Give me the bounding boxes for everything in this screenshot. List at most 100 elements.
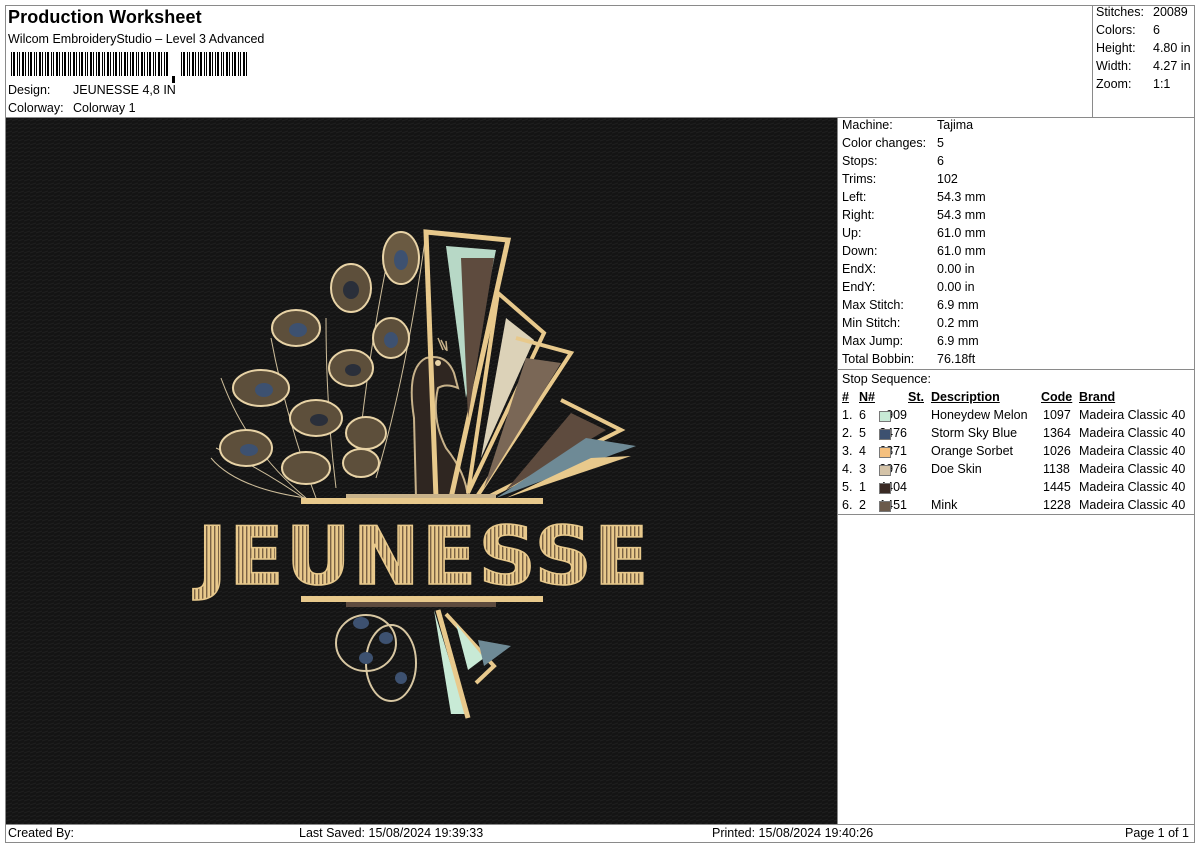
- machine-row-value: 61.0 mm: [937, 226, 986, 240]
- machine-row-label: Max Stitch:: [842, 298, 904, 312]
- summary-colors: Colors: 6: [1096, 23, 1160, 37]
- machine-row: Up: 61.0 mm: [842, 226, 986, 244]
- machine-row-value: 0.00 in: [937, 262, 975, 276]
- color-swatch: [879, 465, 891, 476]
- machine-row-label: EndY:: [842, 280, 876, 294]
- stop-code: 1138: [1043, 462, 1070, 476]
- stop-brand: Madeira Classic 40: [1079, 426, 1186, 440]
- stop-sequence-title: Stop Sequence:: [842, 372, 931, 386]
- stop-needle: 5: [859, 426, 866, 440]
- col-header-code: Code: [1041, 390, 1073, 404]
- stop-brand: Madeira Classic 40: [1079, 444, 1186, 458]
- top-divider-bar: [301, 498, 543, 504]
- table-row: 2. 5 2476 Storm Sky Blue 1364 Madeira Classic…: [838, 426, 1195, 444]
- stop-description: Honeydew Melon: [931, 408, 1028, 422]
- machine-row-label: Total Bobbin:: [842, 352, 915, 366]
- software-subtitle: Wilcom EmbroideryStudio – Level 3 Advanc…: [8, 32, 265, 46]
- stop-code: 1026: [1043, 444, 1071, 458]
- machine-row: Total Bobbin: 76.18ft: [842, 352, 975, 370]
- machine-row: Machine: Tajima: [842, 118, 973, 136]
- machine-row: Stops: 6: [842, 154, 944, 172]
- stop-description: Doe Skin: [931, 462, 982, 476]
- page-title: Production Worksheet: [8, 7, 202, 27]
- machine-row-value: 5: [937, 136, 944, 150]
- stop-num: 4.: [842, 462, 853, 476]
- machine-row-value: 102: [937, 172, 958, 186]
- page-footer: Created By: Last Saved: 15/08/2024 19:39…: [5, 825, 1195, 843]
- machine-row-label: Stops:: [842, 154, 878, 168]
- stop-needle: 3: [859, 462, 866, 476]
- table-row: 3. 4 6871 Orange Sorbet 1026 Madeira Classic …: [838, 444, 1195, 462]
- machine-row-value: 0.2 mm: [937, 316, 979, 330]
- stop-needle: 6: [859, 408, 866, 422]
- stop-description: Storm Sky Blue: [931, 426, 1018, 440]
- stop-description: Orange Sorbet: [931, 444, 1013, 458]
- table-row: 4. 3 3976 Doe Skin 1138 Madeira Classic 40: [838, 462, 1195, 480]
- table-row: 1. 6 909 Honeydew Melon 1097 Madeira Classic …: [838, 408, 1195, 426]
- machine-row: Min Stitch: 0.2 mm: [842, 316, 979, 334]
- barcode: [11, 52, 247, 83]
- stop-brand: Madeira Classic 40: [1079, 462, 1186, 476]
- machine-row-value: 0.00 in: [937, 280, 975, 294]
- page-number: Page 1 of 1: [1125, 826, 1189, 840]
- machine-row-label: Min Stitch:: [842, 316, 901, 330]
- stop-code: 1364: [1043, 426, 1071, 440]
- stop-sequence-table: Stop Sequence: # N# St. Description Code…: [838, 370, 1195, 514]
- machine-row: EndX: 0.00 in: [842, 262, 975, 280]
- color-swatch: [879, 411, 891, 422]
- machine-row-value: 6.9 mm: [937, 334, 979, 348]
- worksheet-header: Production Worksheet Wilcom EmbroiderySt…: [5, 5, 1092, 118]
- stop-code: 1228: [1043, 498, 1071, 512]
- design-value: JEUNESSE 4,8 IN: [73, 83, 176, 97]
- colorway-value: Colorway 1: [73, 101, 136, 115]
- machine-row: Right: 54.3 mm: [842, 208, 986, 226]
- stop-needle: 2: [859, 498, 866, 512]
- machine-row-label: Machine:: [842, 118, 893, 132]
- summary-height: Height: 4.80 in: [1096, 41, 1191, 55]
- machine-row: Max Jump: 6.9 mm: [842, 334, 979, 352]
- machine-row-label: Left:: [842, 190, 867, 204]
- color-swatch: [879, 483, 891, 494]
- machine-row-value: 6.9 mm: [937, 298, 979, 312]
- created-by: Created By:: [8, 826, 75, 840]
- stop-num: 2.: [842, 426, 853, 440]
- stop-num: 6.: [842, 498, 853, 512]
- machine-row-label: Up:: [842, 226, 862, 240]
- machine-row: Left: 54.3 mm: [842, 190, 986, 208]
- stop-num: 1.: [842, 408, 853, 422]
- bottom-divider-bar: [301, 596, 543, 602]
- design-wordmark: JEUNESSE: [192, 510, 650, 603]
- machine-row-value: Tajima: [937, 118, 974, 132]
- color-swatch: [879, 429, 891, 440]
- summary-panel: Stitches: 20089 Colors: 6 Height: 4.80 in W…: [1092, 5, 1195, 118]
- summary-stitches: Stitches: 20089: [1096, 5, 1188, 19]
- col-header-description: Description: [931, 390, 1000, 404]
- design-row: Design: JEUNESSE 4,8 IN: [8, 83, 176, 97]
- machine-row-label: Right:: [842, 208, 875, 222]
- divider: [838, 514, 1195, 515]
- col-header-stitches: St.: [908, 390, 924, 404]
- col-header-num: #: [842, 390, 849, 404]
- design-preview: JEUNESSE: [6, 118, 837, 824]
- machine-row-label: Down:: [842, 244, 878, 258]
- stop-num: 5.: [842, 480, 853, 494]
- design-label: Design:: [8, 83, 51, 97]
- summary-zoom: Zoom: 1:1: [1096, 77, 1171, 91]
- stop-num: 3.: [842, 444, 853, 458]
- color-swatch: [879, 501, 891, 512]
- stop-code: 1097: [1043, 408, 1071, 422]
- machine-row-value: 61.0 mm: [937, 244, 986, 258]
- machine-row: Down: 61.0 mm: [842, 244, 986, 262]
- machine-row-value: 6: [937, 154, 944, 168]
- machine-row-value: 54.3 mm: [937, 208, 986, 222]
- machine-row-value: 54.3 mm: [937, 190, 986, 204]
- colorway-row: Colorway: Colorway 1: [8, 101, 136, 115]
- machine-row-label: Max Jump:: [842, 334, 904, 348]
- col-header-n: N#: [859, 390, 875, 404]
- col-header-brand: Brand: [1079, 390, 1116, 404]
- color-swatch: [879, 447, 891, 458]
- stop-code: 1445: [1043, 480, 1071, 494]
- machine-row-label: Color changes:: [842, 136, 927, 150]
- stop-brand: Madeira Classic 40: [1079, 480, 1186, 494]
- machine-row: EndY: 0.00 in: [842, 280, 975, 298]
